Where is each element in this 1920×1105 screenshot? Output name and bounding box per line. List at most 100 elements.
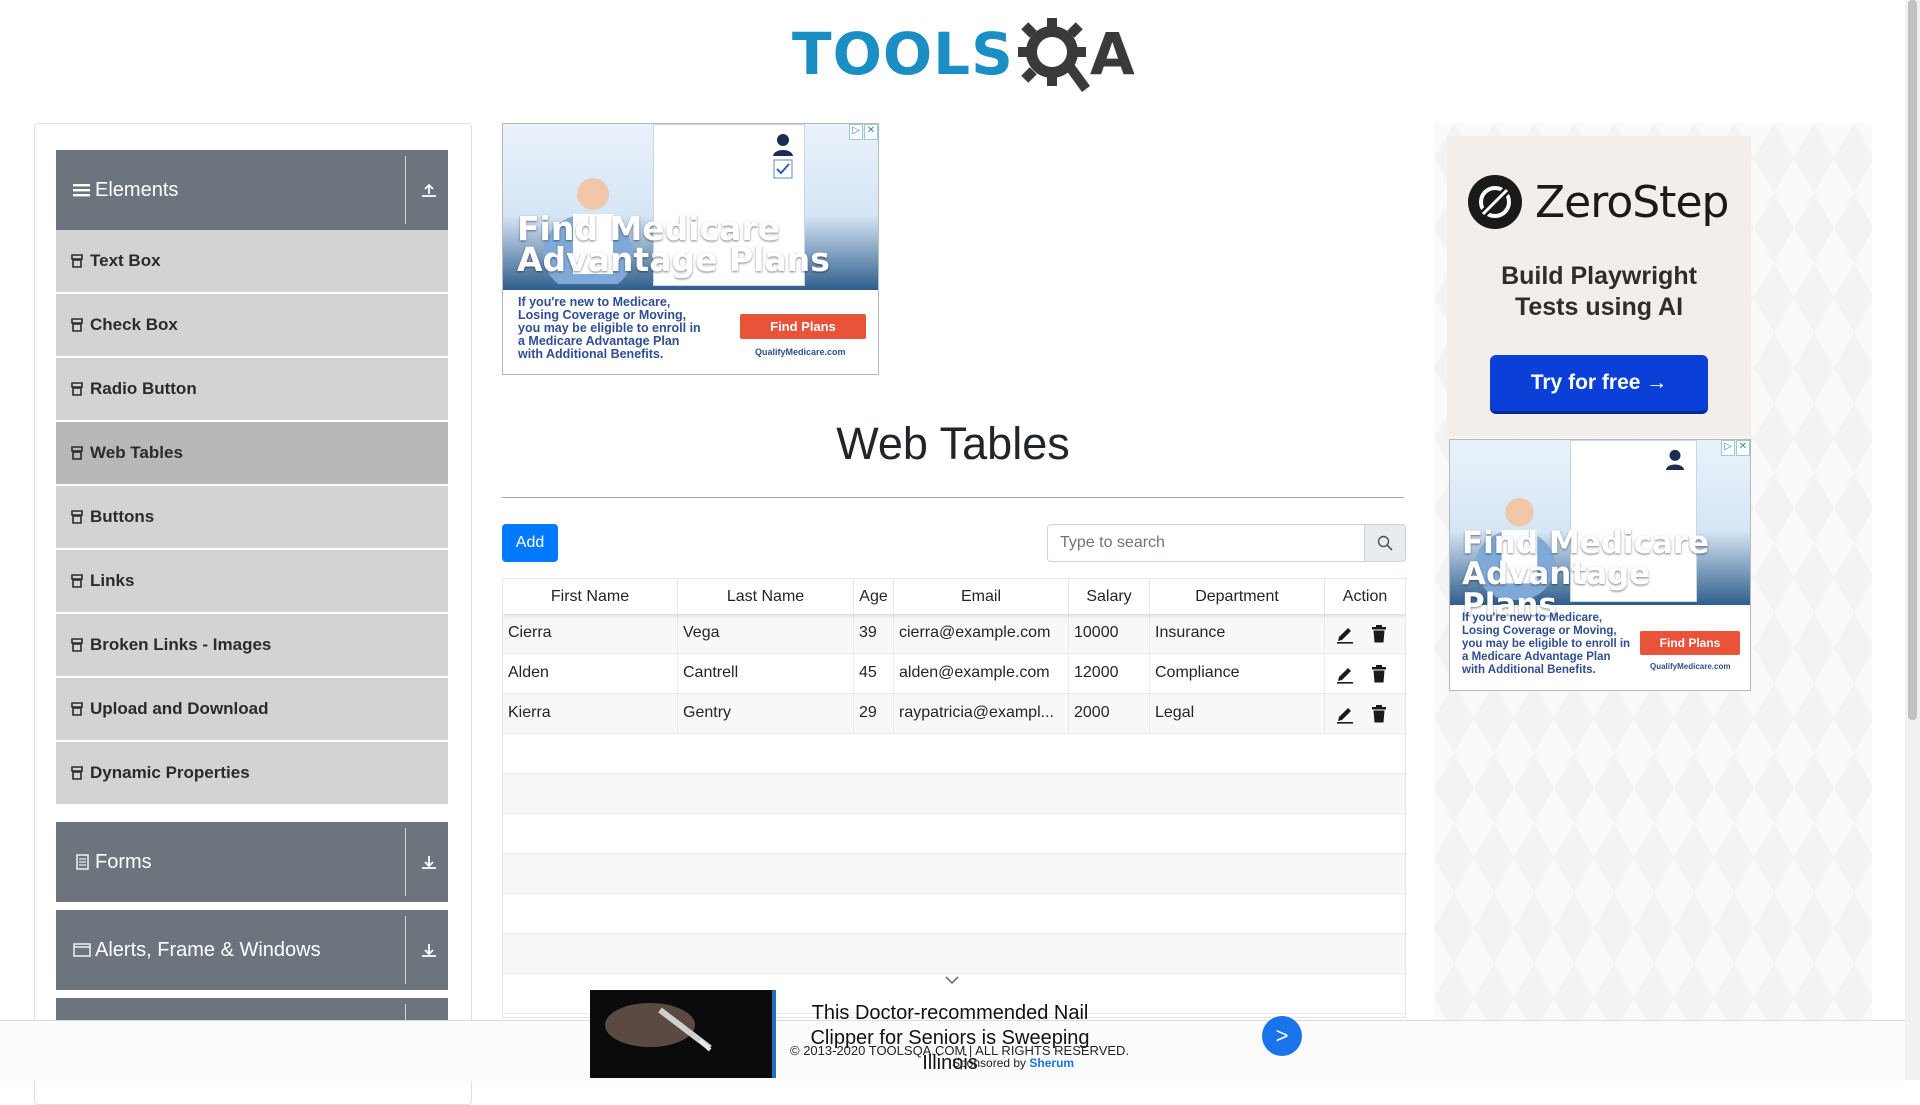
column-header-salary[interactable]: Salary xyxy=(1069,579,1150,614)
ad-find-plans-button[interactable]: Find Plans xyxy=(740,314,866,339)
list-item-icon xyxy=(71,702,83,716)
footer-sponsored: Sponsored by Sherum xyxy=(952,1056,1074,1070)
window-icon xyxy=(73,943,91,957)
page-title: Web Tables xyxy=(836,418,1070,469)
ad-headline-2: Advantage Plans xyxy=(517,240,830,279)
group-header-forms[interactable]: Forms xyxy=(56,822,448,902)
sidebar-item-text-box[interactable]: Text Box xyxy=(56,230,448,293)
sidebar-item-buttons[interactable]: Buttons xyxy=(56,486,448,549)
zerostep-ad[interactable]: ZeroStep Build Playwright Tests using AI … xyxy=(1447,136,1751,436)
ad-find-plans-button[interactable]: Find Plans xyxy=(1640,631,1740,655)
delete-trash-icon[interactable] xyxy=(1369,664,1389,684)
group-header-alerts[interactable]: Alerts, Frame & Windows xyxy=(56,910,448,990)
column-header-department[interactable]: Department xyxy=(1150,579,1325,614)
cell-first-name: Cierra xyxy=(503,614,678,654)
zerostep-logo-icon xyxy=(1468,175,1522,229)
zerostep-logo: ZeroStep xyxy=(1467,174,1729,230)
hamburger-icon xyxy=(73,184,90,197)
cell-department: Compliance xyxy=(1150,654,1325,694)
toolsqa-logo[interactable]: TOOLS A xyxy=(792,16,1135,92)
search-input[interactable] xyxy=(1047,524,1365,562)
list-item-icon xyxy=(71,766,83,780)
sticky-ad-go-button[interactable]: > xyxy=(1262,1016,1302,1056)
add-button[interactable]: Add xyxy=(502,524,558,562)
cell-age: 45 xyxy=(854,654,894,694)
person-icon xyxy=(1665,449,1685,470)
search-icon xyxy=(1377,535,1393,551)
ad-choices-icon[interactable]: ▷ ✕ xyxy=(1720,440,1750,456)
group-title-forms: Forms xyxy=(95,850,152,873)
sidebar-item-label: Check Box xyxy=(90,315,178,334)
ad-headline-1: Find Medicare xyxy=(1462,525,1710,561)
column-header-age[interactable]: Age xyxy=(854,579,894,614)
ad-domain: QualifyMedicare.com xyxy=(1650,662,1731,671)
ad-body: If you're new to Medicare, Losing Coverag… xyxy=(518,295,701,361)
column-header-first-name[interactable]: First Name xyxy=(503,579,678,614)
column-header-last-name[interactable]: Last Name xyxy=(678,579,854,614)
list-item-icon xyxy=(71,382,83,396)
table-row: Kierra Gentry 29 raypatricia@exampl... 2… xyxy=(503,694,1405,734)
cell-first-name: Kierra xyxy=(503,694,678,734)
title-divider xyxy=(502,497,1404,498)
sidebar-item-label: Upload and Download xyxy=(90,699,269,718)
nail-clipper-ad-image[interactable] xyxy=(590,990,776,1078)
cell-department: Insurance xyxy=(1150,614,1325,654)
gear-magnifier-icon xyxy=(1017,18,1090,92)
cell-last-name: Vega xyxy=(678,614,854,654)
sidebar-item-radio-button[interactable]: Radio Button xyxy=(56,358,448,421)
sidebar-item-check-box[interactable]: Check Box xyxy=(56,294,448,357)
sidebar-item-links[interactable]: Links xyxy=(56,550,448,613)
cell-salary: 10000 xyxy=(1069,614,1150,654)
cell-salary: 2000 xyxy=(1069,694,1150,734)
empty-table-row xyxy=(503,934,1405,974)
edit-pencil-icon[interactable] xyxy=(1335,704,1355,724)
sidebar-item-label: Text Box xyxy=(90,251,161,270)
cell-email: raypatricia@exampl... xyxy=(894,694,1069,734)
empty-table-row xyxy=(503,854,1405,894)
logo-text-a: A xyxy=(1089,20,1135,88)
chevron-down-icon[interactable] xyxy=(943,974,961,986)
sidebar-item-broken-links[interactable]: Broken Links - Images xyxy=(56,614,448,677)
group-header-divider xyxy=(405,156,406,224)
empty-table-row xyxy=(503,774,1405,814)
expand-arrow-icon[interactable] xyxy=(418,851,440,873)
empty-table-row xyxy=(503,894,1405,934)
document-icon xyxy=(76,854,89,870)
search-button[interactable] xyxy=(1364,524,1406,562)
edit-pencil-icon[interactable] xyxy=(1335,624,1355,644)
try-for-free-button[interactable]: Try for free → xyxy=(1490,355,1708,411)
sidebar-item-dynamic-properties[interactable]: Dynamic Properties xyxy=(56,742,448,805)
expand-arrow-icon[interactable] xyxy=(418,939,440,961)
nail-clipper-image-icon xyxy=(590,990,772,1078)
sidebar-item-web-tables[interactable]: Web Tables xyxy=(56,422,448,485)
scrollbar-thumb[interactable] xyxy=(1908,0,1917,720)
ad-choices-icon[interactable]: ▷ ✕ xyxy=(848,124,878,140)
list-item-icon xyxy=(71,574,83,588)
cell-age: 39 xyxy=(854,614,894,654)
edit-pencil-icon[interactable] xyxy=(1335,664,1355,684)
sidebar-item-label: Broken Links - Images xyxy=(90,635,272,654)
sponsor-link[interactable]: Sherum xyxy=(1029,1056,1074,1070)
cell-first-name: Alden xyxy=(503,654,678,694)
delete-trash-icon[interactable] xyxy=(1369,624,1389,644)
cell-email: cierra@example.com xyxy=(894,614,1069,654)
page-scrollbar[interactable] xyxy=(1905,0,1920,1080)
group-header-divider xyxy=(405,916,406,984)
list-item-icon xyxy=(71,318,83,332)
table-row: Cierra Vega 39 cierra@example.com 10000 … xyxy=(503,614,1405,654)
collapse-arrow-icon[interactable] xyxy=(418,179,440,201)
sidebar-item-label: Radio Button xyxy=(90,379,197,398)
group-header-elements[interactable]: Elements xyxy=(56,150,448,230)
right-medicare-ad[interactable]: ▷ ✕ Find Medicare Advantage Plans If you'… xyxy=(1449,439,1751,691)
column-header-action: Action xyxy=(1342,588,1388,605)
top-medicare-ad[interactable]: ▷ ✕ Find Medicare Advantage Plans If you'… xyxy=(502,123,879,375)
checkbox-checked-icon xyxy=(773,159,793,179)
ad-body: If you're new to Medicare, Losing Coverag… xyxy=(1462,612,1631,676)
delete-trash-icon[interactable] xyxy=(1369,704,1389,724)
logo-text-qa: A xyxy=(1014,14,1135,94)
cell-email: alden@example.com xyxy=(894,654,1069,694)
column-header-email[interactable]: Email xyxy=(894,579,1069,614)
table-row: Alden Cantrell 45 alden@example.com 1200… xyxy=(503,654,1405,694)
sidebar-item-upload-download[interactable]: Upload and Download xyxy=(56,678,448,741)
sidebar-item-label: Web Tables xyxy=(90,443,183,462)
